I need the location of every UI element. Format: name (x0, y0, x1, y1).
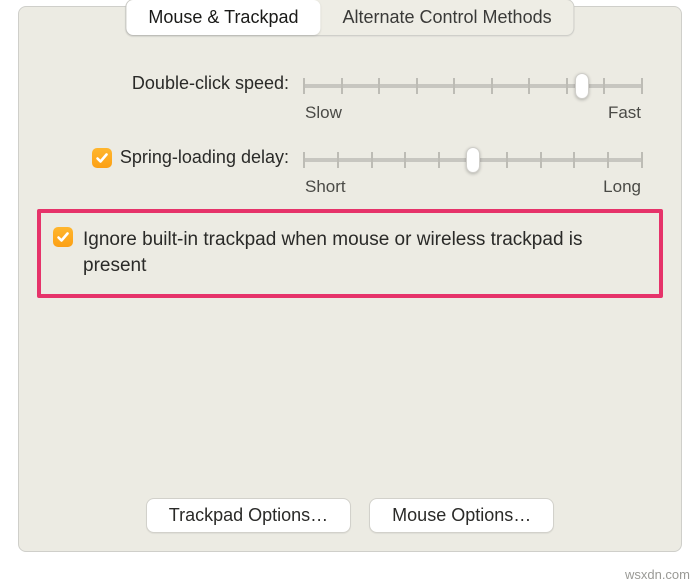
spring-loading-checkbox[interactable] (92, 148, 112, 168)
slider-ticks (303, 78, 643, 94)
mouse-options-button[interactable]: Mouse Options… (369, 498, 554, 533)
double-click-row: Double-click speed: Slow Fast (45, 67, 655, 123)
trackpad-options-button[interactable]: Trackpad Options… (146, 498, 351, 533)
double-click-slider-col: Slow Fast (303, 67, 655, 123)
tab-bar: Mouse & Trackpad Alternate Control Metho… (125, 0, 574, 36)
spring-loading-slider[interactable] (303, 149, 643, 171)
spring-loading-row: Spring-loading delay: Short Long (45, 141, 655, 197)
spring-loading-max-label: Long (603, 177, 641, 197)
footer-buttons: Trackpad Options… Mouse Options… (19, 498, 681, 533)
spring-loading-slider-col: Short Long (303, 141, 655, 197)
slider-thumb[interactable] (575, 73, 589, 99)
ignore-trackpad-checkbox[interactable] (53, 227, 73, 247)
double-click-label-text: Double-click speed: (132, 73, 289, 94)
double-click-label: Double-click speed: (45, 67, 303, 94)
check-icon (95, 151, 109, 165)
settings-content: Double-click speed: Slow Fast (19, 67, 681, 298)
watermark: wsxdn.com (625, 567, 690, 582)
spring-loading-label-text: Spring-loading delay: (120, 147, 289, 168)
spring-loading-label: Spring-loading delay: (45, 141, 303, 168)
spring-loading-range-labels: Short Long (303, 177, 643, 197)
double-click-min-label: Slow (305, 103, 342, 123)
ignore-trackpad-row: Ignore built-in trackpad when mouse or w… (37, 209, 663, 298)
tab-alternate-control[interactable]: Alternate Control Methods (320, 0, 573, 35)
check-icon (56, 230, 70, 244)
tab-mouse-trackpad[interactable]: Mouse & Trackpad (126, 0, 320, 35)
double-click-range-labels: Slow Fast (303, 103, 643, 123)
ignore-trackpad-label: Ignore built-in trackpad when mouse or w… (83, 227, 603, 278)
double-click-max-label: Fast (608, 103, 641, 123)
spring-loading-min-label: Short (305, 177, 346, 197)
slider-thumb[interactable] (466, 147, 480, 173)
double-click-slider[interactable] (303, 75, 643, 97)
settings-panel: Mouse & Trackpad Alternate Control Metho… (18, 6, 682, 552)
